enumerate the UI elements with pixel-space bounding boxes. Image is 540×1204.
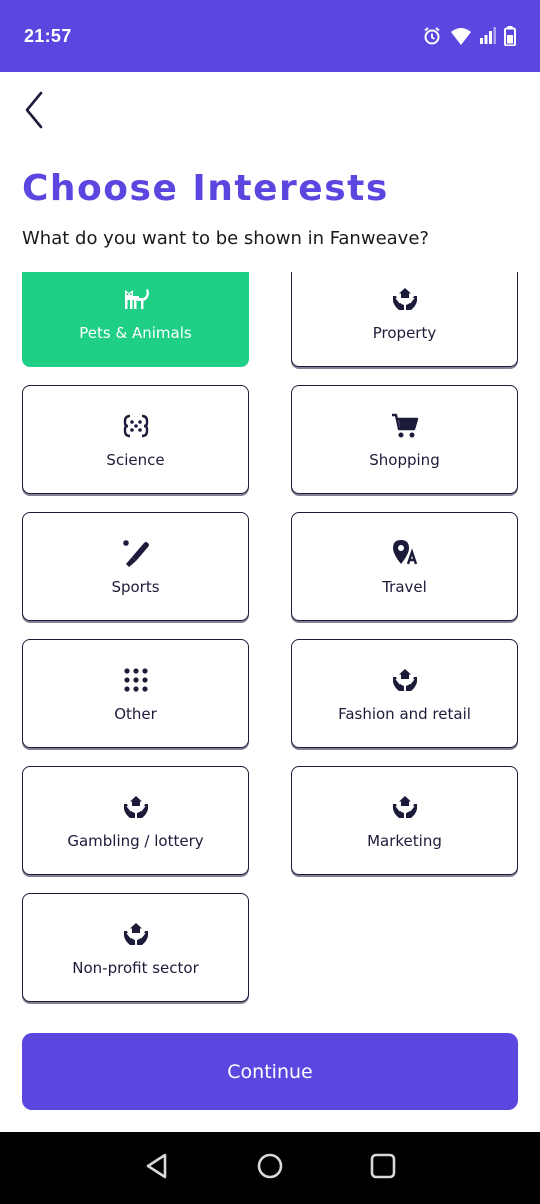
alarm-icon [422, 26, 442, 46]
status-bar: 21:57 [0, 0, 540, 72]
back-button[interactable] [14, 90, 54, 134]
interests-list[interactable]: Pets & Animals Property Science Shopping Spo… [0, 272, 540, 1016]
interest-label: Non-profit sector [72, 958, 199, 977]
signal-icon [480, 27, 496, 45]
interest-card[interactable]: Shopping [291, 385, 518, 494]
location-pin-icon [390, 538, 420, 568]
continue-button[interactable]: Continue [22, 1033, 518, 1110]
hands-house-icon [390, 284, 420, 314]
interest-card[interactable]: Other [22, 639, 249, 748]
nav-recents-button[interactable] [363, 1148, 403, 1188]
interest-card[interactable]: Fashion and retail [291, 639, 518, 748]
interest-label: Other [114, 704, 157, 723]
interests-grid: Pets & Animals Property Science Shopping Spo… [22, 272, 518, 1002]
page-title: Choose Interests [22, 168, 389, 209]
nav-home-button[interactable] [250, 1148, 290, 1188]
battery-icon [504, 26, 516, 46]
interest-card[interactable]: Travel [291, 512, 518, 621]
interest-label: Property [372, 323, 437, 342]
page-subtitle: What do you want to be shown in Fanweave… [22, 228, 429, 249]
interest-card[interactable]: Science [22, 385, 249, 494]
interest-label: Fashion and retail [338, 704, 471, 723]
cart-icon [390, 411, 420, 441]
interest-label: Travel [382, 577, 427, 596]
triangle-back-icon [143, 1152, 171, 1185]
interest-card[interactable]: Property [291, 272, 518, 367]
hands-house-icon [121, 792, 151, 822]
interest-card[interactable]: Pets & Animals [22, 272, 249, 367]
interest-card[interactable]: Non-profit sector [22, 893, 249, 1002]
status-icons [422, 26, 516, 46]
hands-house-icon [390, 792, 420, 822]
science-icon [121, 411, 151, 441]
hands-house-icon [390, 665, 420, 695]
interest-label: Marketing [367, 831, 442, 850]
cat-icon [121, 284, 151, 314]
interest-label: Science [106, 450, 165, 469]
circle-home-icon [256, 1152, 284, 1185]
interest-label: Pets & Animals [79, 323, 192, 342]
dots-grid-icon [121, 665, 151, 695]
interest-card[interactable]: Sports [22, 512, 249, 621]
wifi-icon [450, 26, 472, 46]
interest-card[interactable]: Gambling / lottery [22, 766, 249, 875]
interest-label: Gambling / lottery [67, 831, 204, 850]
navigation-bar [0, 1132, 540, 1204]
status-time: 21:57 [24, 25, 72, 46]
interest-label: Sports [111, 577, 160, 596]
chevron-left-icon [23, 90, 45, 135]
square-recents-icon [369, 1152, 397, 1185]
interest-label: Shopping [369, 450, 440, 469]
hands-house-icon [121, 919, 151, 949]
interest-card[interactable]: Marketing [291, 766, 518, 875]
cricket-bat-icon [121, 538, 151, 568]
nav-back-button[interactable] [137, 1148, 177, 1188]
